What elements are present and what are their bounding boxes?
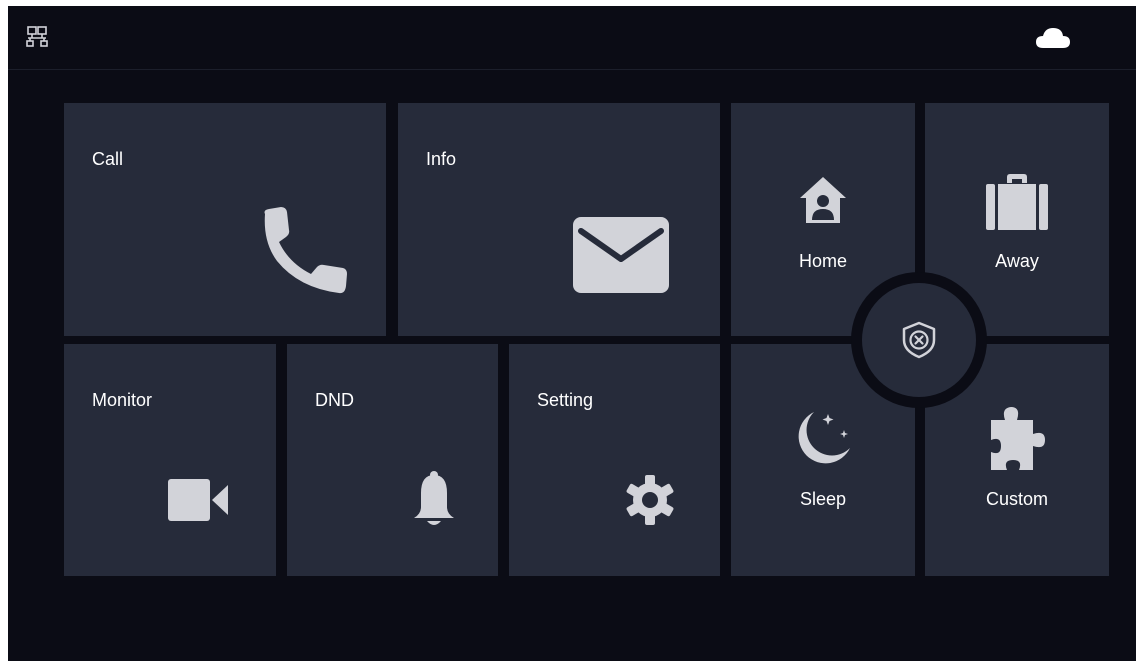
call-tile[interactable]: Call [64,103,386,336]
top-bar [8,6,1136,70]
info-label: Info [426,149,457,169]
setting-label: Setting [537,390,594,410]
monitor-label: Monitor [92,390,153,410]
shield-x-icon [902,321,936,359]
video-camera-icon [168,479,228,521]
custom-label: Custom [985,489,1048,509]
cloud-icon[interactable] [1035,26,1071,50]
screen: Call Info Home Away Monitor DND Setting … [8,6,1136,661]
setting-tile[interactable]: Setting [509,344,720,576]
home-label: Home [798,251,847,271]
info-tile[interactable]: Info [398,103,720,336]
puzzle-icon [991,407,1045,470]
monitor-tile[interactable]: Monitor [64,344,276,576]
home-person-icon [800,177,846,223]
sleep-label: Sleep [799,489,847,509]
network-status-icon [26,26,48,47]
envelope-icon [573,217,669,293]
moon-icon [798,412,850,464]
dnd-tile[interactable]: DND [287,344,498,576]
phone-icon [264,207,347,294]
call-label: Call [92,149,124,169]
disarm-button[interactable] [862,283,976,397]
gear-icon [626,475,674,525]
away-label: Away [995,251,1039,271]
bell-icon [414,471,454,525]
suitcase-icon [986,174,1048,230]
dnd-label: DND [315,390,354,410]
